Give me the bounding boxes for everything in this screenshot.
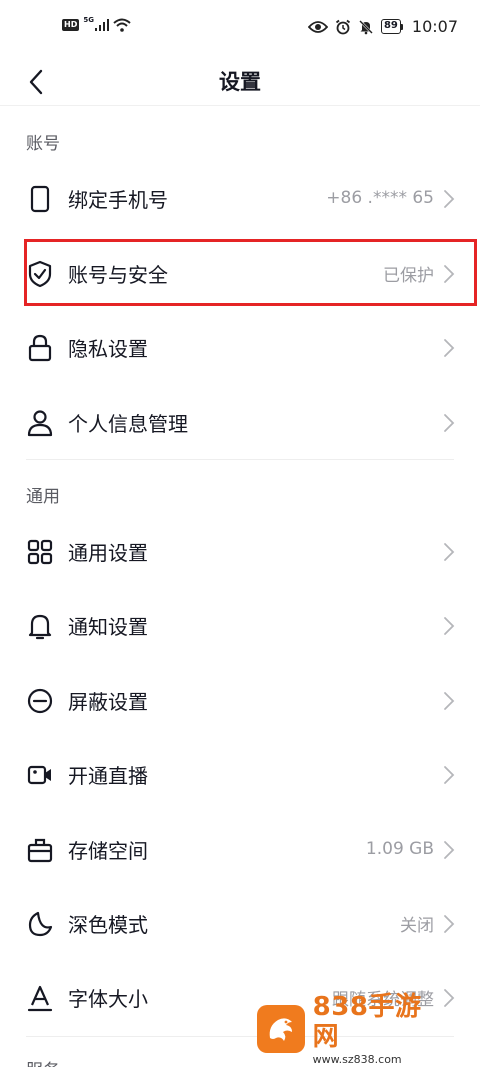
signal-icon xyxy=(94,19,109,31)
row-label-live: 开通直播 xyxy=(68,763,148,788)
row-label-account-security: 账号与安全 xyxy=(68,262,168,287)
watermark: 838手游网 www.sz838.com xyxy=(257,992,447,1066)
chevron-right-icon xyxy=(444,617,455,635)
status-right: 89 10:07 xyxy=(307,17,458,36)
page-title: 设置 xyxy=(219,70,261,94)
section-header-service: 服务 xyxy=(26,1056,60,1067)
navigation-bar: 设置 xyxy=(0,58,480,106)
watermark-text: 838手游网 www.sz838.com xyxy=(313,992,447,1067)
network-type: 5G xyxy=(83,16,94,24)
block-icon xyxy=(27,688,53,714)
alarm-icon xyxy=(335,19,351,34)
lock-icon xyxy=(28,334,52,362)
battery-level: 89 xyxy=(380,19,401,34)
eye-icon xyxy=(307,20,328,33)
status-time: 10:07 xyxy=(411,17,458,36)
row-label-block-settings: 屏蔽设置 xyxy=(68,689,148,714)
row-storage[interactable]: 存储空间 1.09 GB xyxy=(0,814,480,884)
row-block-settings[interactable]: 屏蔽设置 xyxy=(0,665,480,735)
font-icon xyxy=(27,985,53,1012)
row-live[interactable]: 开通直播 xyxy=(0,739,480,809)
row-dark-mode[interactable]: 深色模式 关闭 xyxy=(0,888,480,958)
status-left: HD 5G xyxy=(62,16,131,32)
row-label-storage: 存储空间 xyxy=(68,838,148,863)
watermark-url: www.sz838.com xyxy=(312,1052,402,1066)
bell-icon xyxy=(28,614,52,640)
row-label-general-settings: 通用设置 xyxy=(68,540,148,565)
row-privacy[interactable]: 隐私设置 xyxy=(0,312,480,382)
row-value-account-security: 已保护 xyxy=(383,265,434,286)
section-divider xyxy=(26,459,454,460)
row-label-bind-phone: 绑定手机号 xyxy=(68,187,168,212)
watermark-brand: 838手游网 xyxy=(312,991,422,1052)
wifi-icon xyxy=(113,18,131,32)
battery-cap xyxy=(400,23,403,30)
row-personal-info[interactable]: 个人信息管理 xyxy=(0,387,480,457)
video-camera-icon xyxy=(27,765,51,785)
phone-icon xyxy=(30,185,50,213)
section-header-general: 通用 xyxy=(26,487,60,507)
row-value-dark-mode: 关闭 xyxy=(400,915,434,936)
row-notifications[interactable]: 通知设置 xyxy=(0,590,480,660)
row-general-settings[interactable]: 通用设置 xyxy=(0,516,480,586)
row-label-personal-info: 个人信息管理 xyxy=(68,411,188,436)
grid-icon xyxy=(27,539,53,565)
chevron-right-icon xyxy=(444,692,455,710)
briefcase-icon xyxy=(27,838,53,863)
section-header-account: 账号 xyxy=(26,134,60,154)
row-account-security[interactable]: 账号与安全 已保护 xyxy=(0,238,480,308)
chevron-right-icon xyxy=(444,766,455,784)
row-value-storage: 1.09 GB xyxy=(365,839,434,859)
dragon-logo-icon xyxy=(257,1005,305,1053)
moon-icon xyxy=(28,911,53,937)
row-label-privacy: 隐私设置 xyxy=(68,336,148,361)
chevron-right-icon xyxy=(444,841,455,859)
battery-indicator: 89 xyxy=(380,19,403,34)
chevron-right-icon xyxy=(444,339,455,357)
chevron-right-icon xyxy=(444,915,455,933)
status-bar: HD 5G 89 10:07 xyxy=(0,0,480,58)
chevron-right-icon xyxy=(444,190,455,208)
row-label-dark-mode: 深色模式 xyxy=(68,912,148,937)
shield-check-icon xyxy=(28,260,52,288)
row-bind-phone[interactable]: 绑定手机号 +86 .**** 65 xyxy=(0,163,480,233)
chevron-right-icon xyxy=(444,543,455,561)
mute-icon xyxy=(359,19,373,34)
row-label-notifications: 通知设置 xyxy=(68,614,148,639)
person-icon xyxy=(27,410,53,437)
row-label-font-size: 字体大小 xyxy=(68,986,148,1011)
chevron-right-icon xyxy=(444,265,455,283)
chevron-right-icon xyxy=(444,414,455,432)
hd-badge: HD xyxy=(62,19,80,31)
row-value-bind-phone: +86 .**** 65 xyxy=(326,188,434,208)
